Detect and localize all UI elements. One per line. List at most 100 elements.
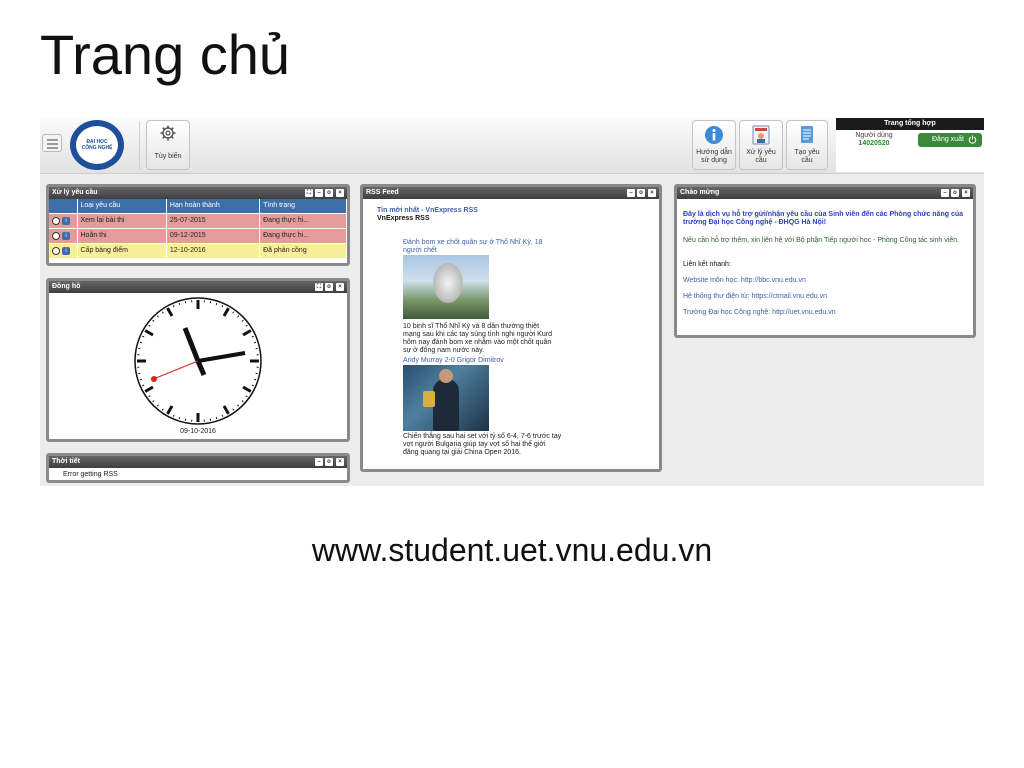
university-logo[interactable]: ĐẠI HỌC CÔNG NGHỆ — [70, 120, 124, 170]
create-request-label-1: Tạo yêu — [794, 149, 820, 156]
rss-item-image[interactable] — [403, 255, 489, 319]
dashboard-header: Trang tổng hợp — [836, 118, 984, 130]
request-deadline: 09-12-2015 — [166, 227, 261, 243]
clock-icon — [52, 246, 60, 255]
minute-tick — [178, 302, 181, 306]
close-icon[interactable]: × — [336, 458, 344, 466]
requests-table-header: Loại yêu cầu Hạn hoàn thành Tình trạng — [49, 199, 347, 213]
rss-panel-header: RSS Feed – o × — [363, 187, 659, 199]
request-deadline: 12-10-2016 — [166, 242, 261, 258]
settings-icon[interactable]: o — [325, 458, 333, 466]
power-icon — [968, 135, 977, 144]
minute-tick — [253, 378, 257, 381]
top-toolbar: ĐẠI HỌC CÔNG NGHỆ Tùy biến Hướng dẫn sử … — [40, 118, 984, 174]
logout-button[interactable]: Đăng xuất — [918, 133, 982, 147]
clock-icon — [52, 216, 60, 225]
info-icon[interactable]: i — [62, 216, 70, 225]
create-request-label-2: cầu — [801, 157, 813, 164]
user-guide-label-1: Hướng dẫn — [696, 149, 732, 156]
logout-label: Đăng xuất — [932, 136, 964, 143]
rss-item-title[interactable]: Andy Murray 2-0 Grigor Dimitrov — [403, 357, 563, 365]
column-header[interactable]: Loại yêu cầu — [77, 199, 167, 213]
minimize-icon[interactable]: – — [941, 189, 949, 197]
welcome-support: Nếu cần hỗ trợ thêm, xin liên hệ với Bộ … — [683, 237, 960, 244]
request-deadline: 25-07-2015 — [166, 212, 261, 228]
settings-icon[interactable]: o — [951, 189, 959, 197]
request-status: Đang thực hi... — [259, 212, 347, 228]
rss-panel: RSS Feed – o × Tin mới nhất - VnExpress … — [360, 184, 662, 472]
welcome-panel: Chào mừng – o × Đây là dịch vụ hỗ trợ gử… — [674, 184, 976, 338]
second-hand-dot — [151, 376, 157, 382]
minute-tick — [253, 341, 257, 344]
rss-item-image[interactable] — [403, 365, 489, 431]
info-icon[interactable]: i — [62, 231, 70, 240]
settings-icon[interactable]: o — [637, 189, 645, 197]
site-url: www.student.uet.vnu.edu.vn — [311, 532, 713, 568]
hamburger-menu-icon[interactable] — [42, 134, 62, 152]
weather-panel-title: Thời tiết — [52, 458, 80, 465]
minimize-icon[interactable]: – — [315, 458, 323, 466]
quick-link[interactable]: Trường Đại học Công nghệ: http://uet.vnu… — [683, 309, 836, 317]
close-icon[interactable]: × — [648, 189, 656, 197]
user-guide-button[interactable]: Hướng dẫn sử dụng — [692, 120, 736, 170]
user-label: Người dùng — [855, 132, 893, 139]
expand-icon[interactable]: ⛶ — [305, 189, 313, 197]
app-screenshot: ĐẠI HỌC CÔNG NGHỆ Tùy biến Hướng dẫn sử … — [40, 118, 984, 486]
rss-item-description: Chiến thắng sau hai set với tỷ số 6-4, 7… — [403, 433, 562, 456]
minimize-icon[interactable]: – — [627, 189, 635, 197]
document-icon — [801, 126, 813, 143]
gear-icon — [160, 125, 176, 141]
table-row[interactable]: i Xem lại bài thi 25-07-2015 Đang thực h… — [49, 212, 347, 228]
welcome-panel-title: Chào mừng — [680, 189, 720, 196]
create-request-button[interactable]: Tạo yêu cầu — [786, 120, 828, 170]
customize-label: Tùy biến — [154, 153, 182, 160]
clock-panel-title: Đồng hồ — [52, 283, 81, 290]
request-status: Đã phản cồng — [259, 242, 347, 258]
close-icon[interactable]: × — [336, 283, 344, 291]
welcome-panel-header: Chào mừng – o × — [677, 187, 973, 199]
settings-icon[interactable]: o — [325, 283, 333, 291]
requests-panel-title: Xử lý yêu cầu — [52, 189, 98, 196]
customize-button[interactable]: Tùy biến — [146, 120, 190, 170]
toolbar-divider — [139, 122, 140, 170]
clock-date: 09-10-2016 — [180, 428, 216, 435]
weather-error: Error getting RSS — [63, 471, 118, 478]
rss-item-description: 10 binh sĩ Thổ Nhĩ Kỳ và 8 dân thường th… — [403, 323, 552, 354]
requests-panel-header: Xử lý yêu cầu ⛶ – o × — [49, 187, 347, 199]
quick-link[interactable]: Website môn học: http://bbc.vnu.edu.vn — [683, 277, 806, 285]
minute-tick — [215, 302, 218, 306]
info-icon[interactable]: i — [62, 246, 70, 255]
rss-heading[interactable]: Tin mới nhất - VnExpress RSS — [377, 207, 478, 215]
minute-tick — [215, 416, 218, 420]
request-status: Đang thực hi... — [259, 227, 347, 243]
quick-links-label: Liên kết nhanh: — [683, 261, 731, 268]
column-header[interactable]: Tình trạng — [259, 199, 347, 213]
table-row[interactable]: i Hoãn thi 09-12-2015 Đang thực hi... — [49, 227, 347, 243]
rss-panel-title: RSS Feed — [366, 189, 399, 196]
weather-panel: Thời tiết – o × Error getting RSS — [46, 453, 350, 483]
settings-icon[interactable]: o — [325, 189, 333, 197]
clock-panel-header: Đồng hồ ⛶ o × — [49, 281, 347, 293]
expand-icon[interactable]: ⛶ — [315, 283, 323, 291]
quick-link[interactable]: Hệ thống thư điện tử: https://ctmail.vnu… — [683, 293, 827, 301]
minute-tick — [139, 378, 143, 381]
minimize-icon[interactable]: – — [315, 189, 323, 197]
column-header[interactable]: Hạn hoàn thành — [166, 199, 261, 213]
minute-tick — [139, 341, 143, 344]
user-id: 14020520 — [858, 140, 890, 147]
close-icon[interactable]: × — [962, 189, 970, 197]
rss-item-title[interactable]: Đánh bom xe chốt quân sự ở Thổ Nhĩ Kỳ, 1… — [403, 239, 563, 255]
table-row[interactable]: i Cấp bảng điểm 12-10-2016 Đã phản cồng — [49, 242, 347, 258]
requests-table: Loại yêu cầu Hạn hoàn thành Tình trạng i… — [49, 199, 347, 258]
user-guide-label-2: sử dụng — [701, 157, 727, 164]
weather-panel-header: Thời tiết – o × — [49, 456, 347, 468]
process-request-button[interactable]: Xử lý yêu cầu — [739, 120, 783, 170]
slide-title: Trang chủ — [40, 23, 291, 86]
clock-icon — [52, 231, 60, 240]
process-request-label-1: Xử lý yêu — [746, 149, 776, 156]
minute-tick — [178, 416, 181, 420]
process-request-label-2: cầu — [755, 157, 767, 164]
request-type: Cấp bảng điểm — [77, 242, 167, 258]
analog-clock — [134, 297, 262, 425]
close-icon[interactable]: × — [336, 189, 344, 197]
